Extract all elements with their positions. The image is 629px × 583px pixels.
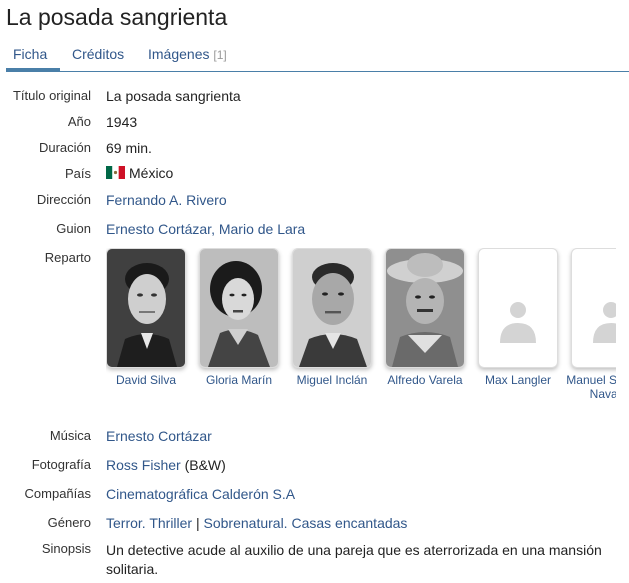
genre-separator: | xyxy=(192,515,204,531)
person-placeholder-icon xyxy=(500,302,536,343)
photography-suffix: (B&W) xyxy=(180,457,226,473)
label-musica: Música xyxy=(49,428,91,443)
value-companias: Cinematográfica Calderón S.A xyxy=(106,486,295,502)
value-sinopsis: Un detective acude al auxilio de una par… xyxy=(106,542,602,577)
cast-photo[interactable] xyxy=(199,248,279,368)
label-sinopsis: Sinopsis xyxy=(41,541,91,556)
tab-ficha[interactable]: Ficha xyxy=(13,46,47,62)
tab-creditos[interactable]: Créditos xyxy=(72,46,124,62)
cast-name[interactable]: Manuel Sánchez Navarro xyxy=(563,373,616,401)
tab-imagenes-count: [1] xyxy=(213,48,227,62)
label-guion: Guion xyxy=(56,221,91,236)
cast-list: David Silva Gloria Marín Miguel Inclán A… xyxy=(106,248,616,408)
value-pais: México xyxy=(106,165,173,181)
writer-link[interactable]: Ernesto Cortázar xyxy=(106,221,211,237)
label-duracion: Duración xyxy=(38,140,91,155)
tab-imagenes[interactable]: Imágenes [1] xyxy=(148,46,227,62)
value-titulo-original: La posada sangrienta xyxy=(106,88,241,104)
director-link[interactable]: Fernando A. Rivero xyxy=(106,192,227,208)
genre-link[interactable]: Sobrenatural. Casas encantadas xyxy=(204,515,408,531)
label-direccion: Dirección xyxy=(36,192,91,207)
cast-photo[interactable] xyxy=(106,248,186,368)
writer-separator: , xyxy=(211,221,219,237)
mexico-flag-icon xyxy=(106,166,125,179)
cast-photo-placeholder[interactable] xyxy=(571,248,616,368)
value-fotografia: Ross Fisher (B&W) xyxy=(106,457,226,473)
cast-name[interactable]: Gloria Marín xyxy=(191,373,287,387)
active-tab-indicator xyxy=(6,68,60,71)
label-genero: Género xyxy=(47,515,91,530)
cast-name[interactable]: David Silva xyxy=(106,373,194,387)
cast-photo[interactable] xyxy=(292,248,372,368)
genre-link[interactable]: Terror. Thriller xyxy=(106,515,192,531)
cast-name[interactable]: Miguel Inclán xyxy=(284,373,380,387)
writer-link[interactable]: Mario de Lara xyxy=(219,221,305,237)
cast-photo-placeholder[interactable] xyxy=(478,248,558,368)
value-musica: Ernesto Cortázar xyxy=(106,428,212,444)
label-pais: País xyxy=(64,166,91,181)
value-duracion: 69 min. xyxy=(106,140,152,156)
company-link[interactable]: Cinematográfica Calderón S.A xyxy=(106,486,295,502)
value-genero: Terror. Thriller | Sobrenatural. Casas e… xyxy=(106,515,407,531)
person-placeholder-icon xyxy=(593,302,616,343)
label-fotografia: Fotografía xyxy=(31,457,91,472)
value-direccion: Fernando A. Rivero xyxy=(106,192,227,208)
value-anio: 1943 xyxy=(106,114,138,130)
cast-photo[interactable] xyxy=(385,248,465,368)
cast-name[interactable]: Alfredo Varela xyxy=(377,373,473,387)
label-anio: Año xyxy=(67,114,91,129)
label-reparto: Reparto xyxy=(44,250,91,265)
pais-name: México xyxy=(129,165,174,181)
page-title: La posada sangrienta xyxy=(6,4,228,30)
label-companias: Compañías xyxy=(24,486,91,501)
value-guion: Ernesto Cortázar, Mario de Lara xyxy=(106,221,305,237)
cast-name[interactable]: Max Langler xyxy=(470,373,566,387)
music-link[interactable]: Ernesto Cortázar xyxy=(106,428,212,444)
tab-bar: Ficha Créditos Imágenes [1] xyxy=(6,40,629,72)
label-titulo-original: Título original xyxy=(12,88,91,103)
tab-imagenes-label: Imágenes xyxy=(148,46,210,62)
photography-link[interactable]: Ross Fisher xyxy=(106,457,181,473)
